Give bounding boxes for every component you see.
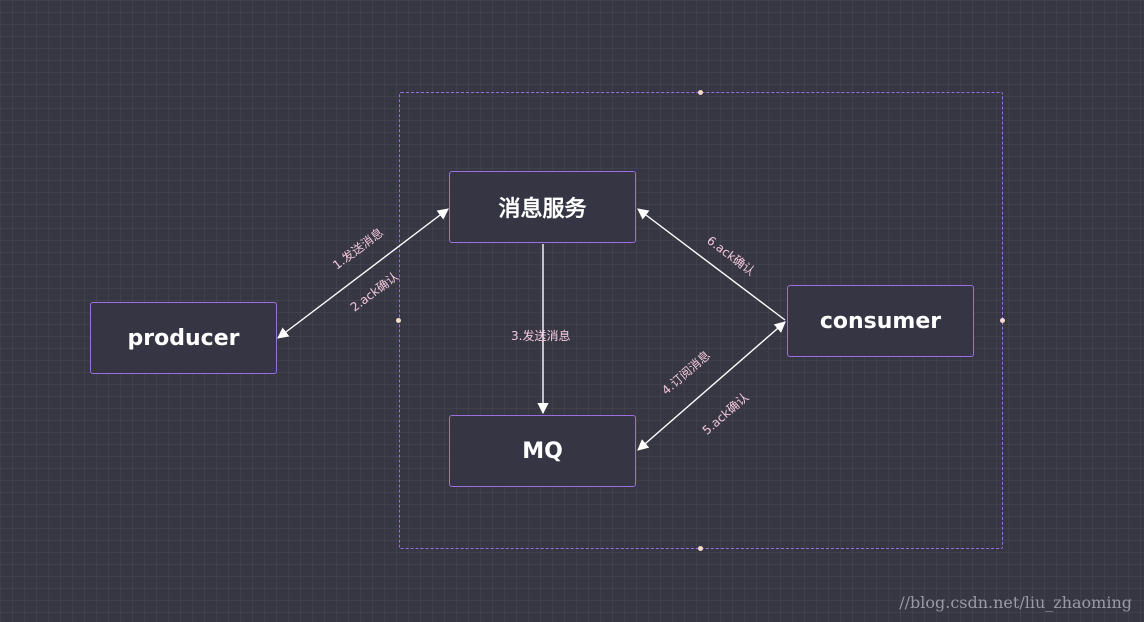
edge-label-service-to-mq: 3.发送消息 [511, 329, 571, 343]
edge-producer-service[interactable] [277, 208, 449, 339]
node-message-service[interactable]: 消息服务 [449, 171, 636, 243]
node-consumer[interactable]: consumer [787, 285, 974, 357]
diagram-canvas: producer 消息服务 MQ consumer 1.发送消息 2.ack确认… [0, 0, 1144, 622]
node-mq[interactable]: MQ [449, 415, 636, 487]
edge-consumer-service[interactable] [637, 208, 786, 321]
watermark-text: //blog.csdn.net/liu_zhaoming [899, 593, 1132, 612]
node-producer[interactable]: producer [90, 302, 277, 374]
